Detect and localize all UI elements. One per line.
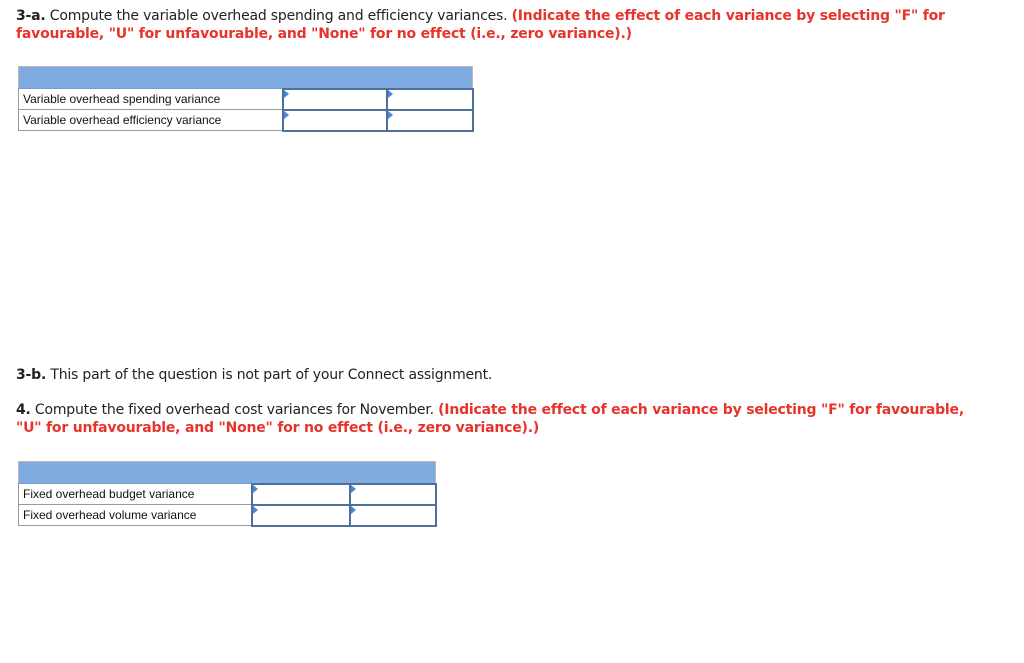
effect-cell[interactable] — [385, 87, 474, 111]
table-row: Fixed overhead volume variance — [18, 503, 437, 527]
table-header-row — [18, 461, 436, 484]
row-label: Variable overhead efficiency variance — [18, 109, 283, 131]
table-row: Variable overhead spending variance — [18, 87, 474, 111]
volume-variance-amount-input[interactable] — [252, 505, 349, 525]
budget-variance-amount-input[interactable] — [252, 484, 349, 504]
question-3a: 3-a. Compute the variable overhead spend… — [16, 7, 976, 43]
effect-cell[interactable] — [348, 503, 437, 527]
spending-variance-effect-select[interactable] — [387, 89, 472, 109]
effect-cell[interactable] — [385, 108, 474, 132]
table-header — [18, 66, 473, 89]
table-header — [18, 461, 436, 484]
fixed-overhead-variance-table: Fixed overhead budget variance Fixed ove… — [18, 461, 437, 527]
row-label: Variable overhead spending variance — [18, 88, 283, 110]
question-text: Compute the variable overhead spending a… — [45, 8, 512, 24]
efficiency-variance-effect-select[interactable] — [387, 110, 472, 130]
table-row: Variable overhead efficiency variance — [18, 108, 474, 132]
amount-cell[interactable] — [250, 503, 351, 527]
budget-variance-effect-select[interactable] — [350, 484, 435, 504]
table-header-row — [18, 66, 473, 89]
question-4: 4. Compute the fixed overhead cost varia… — [16, 401, 976, 437]
spending-variance-amount-input[interactable] — [283, 89, 386, 109]
amount-cell[interactable] — [281, 108, 388, 132]
row-label: Fixed overhead volume variance — [18, 504, 252, 526]
amount-cell[interactable] — [250, 482, 351, 506]
efficiency-variance-amount-input[interactable] — [283, 110, 386, 130]
question-3b: 3-b. This part of the question is not pa… — [16, 366, 976, 384]
variable-overhead-variance-table: Variable overhead spending variance Vari… — [18, 66, 474, 132]
question-number: 3-a. — [16, 8, 46, 24]
question-text: This part of the question is not part of… — [46, 367, 493, 383]
volume-variance-effect-select[interactable] — [350, 505, 435, 525]
question-number: 3-b. — [16, 367, 47, 383]
amount-cell[interactable] — [281, 87, 388, 111]
row-label: Fixed overhead budget variance — [18, 483, 252, 505]
table-row: Fixed overhead budget variance — [18, 482, 437, 506]
question-number: 4. — [16, 402, 31, 418]
effect-cell[interactable] — [348, 482, 437, 506]
question-text: Compute the fixed overhead cost variance… — [30, 402, 439, 418]
